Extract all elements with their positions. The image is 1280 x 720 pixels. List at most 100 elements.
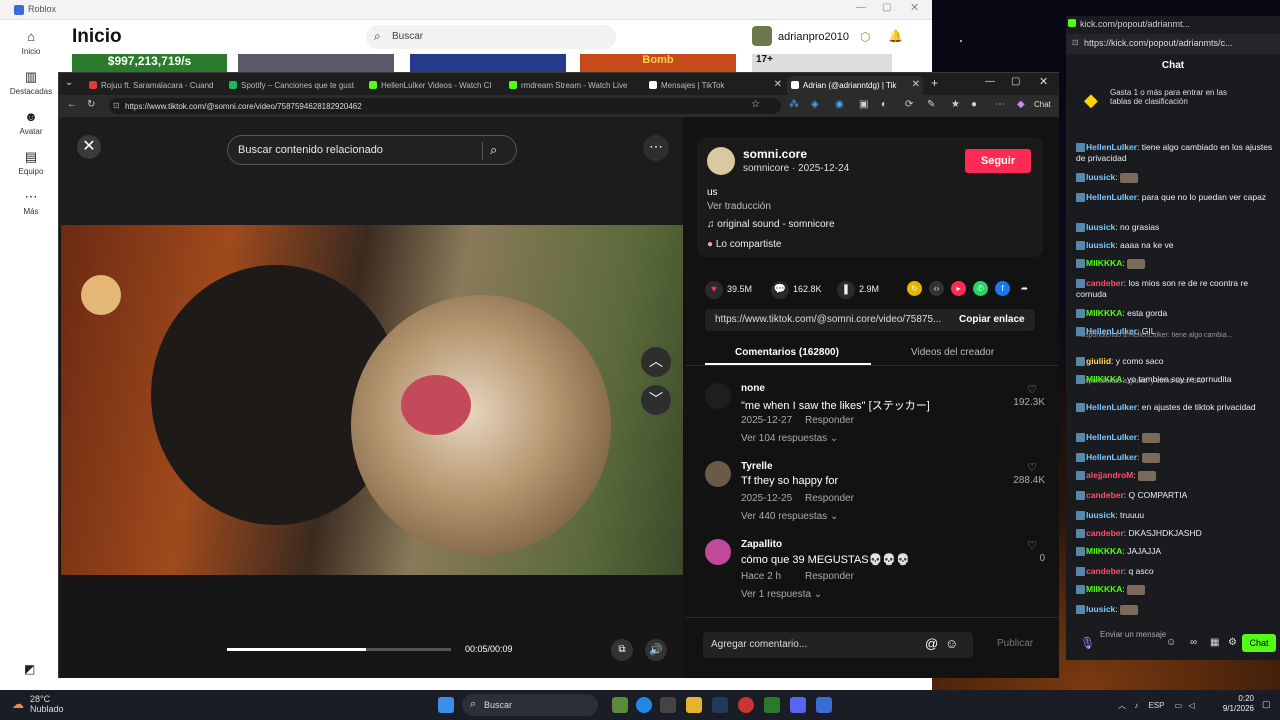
chat-username[interactable]: luusick bbox=[1086, 604, 1115, 614]
app-icon[interactable] bbox=[660, 697, 676, 713]
maximize-icon[interactable]: ▢ bbox=[1011, 76, 1020, 87]
edge-icon[interactable] bbox=[636, 697, 652, 713]
send-chat-button[interactable]: Chat bbox=[1242, 634, 1276, 652]
follow-button[interactable]: Seguir bbox=[965, 149, 1031, 173]
close-button[interactable]: ✕ bbox=[77, 135, 101, 159]
chat-username[interactable]: MIIKKKA bbox=[1086, 546, 1122, 556]
tab-rojuu[interactable]: Rojuu ft. Saramalacara - Cuand bbox=[85, 76, 225, 95]
username[interactable]: adrianpro2010 bbox=[778, 31, 849, 43]
reply-button[interactable]: Responder bbox=[805, 415, 854, 426]
folder-icon[interactable] bbox=[686, 697, 702, 713]
bell-icon[interactable]: 🔔 bbox=[888, 29, 903, 43]
app-icon[interactable] bbox=[764, 697, 780, 713]
game-tile[interactable] bbox=[410, 54, 566, 72]
comment-author[interactable]: Tyrelle bbox=[741, 461, 773, 472]
kick-url-bar[interactable]: ⊡ https://kick.com/popout/adrianmts/c... bbox=[1066, 34, 1280, 54]
comment-button[interactable]: 💬 162.8K bbox=[771, 281, 822, 299]
store-icon[interactable]: ▦ bbox=[1210, 637, 1219, 648]
comment-like-icon[interactable]: ♡ bbox=[1027, 539, 1037, 552]
tab-list-icon[interactable]: ⌄ bbox=[65, 77, 73, 88]
extension-icon[interactable]: ▣ bbox=[859, 99, 868, 110]
nav-equipo[interactable]: ▤ Equipo bbox=[0, 150, 62, 177]
reply-button[interactable]: Responder bbox=[805, 493, 854, 504]
weather-widget[interactable]: 28°C Nublado bbox=[30, 694, 64, 714]
copy-link-button[interactable]: Copiar enlace bbox=[959, 314, 1025, 325]
roblox-icon[interactable] bbox=[816, 697, 832, 713]
extension-icon[interactable]: ⁂ bbox=[789, 99, 799, 110]
next-video-button[interactable]: ﹀ bbox=[641, 385, 671, 415]
avatar[interactable] bbox=[752, 26, 772, 46]
mic-icon[interactable]: 🎙 bbox=[1080, 636, 1095, 650]
taskbar-search[interactable]: ⌕ Buscar bbox=[462, 694, 598, 716]
chat-input[interactable]: Enviar un mensaje bbox=[1100, 630, 1170, 658]
comment-like-icon[interactable]: ♡ bbox=[1027, 461, 1037, 474]
emote-icon[interactable]: ☺ bbox=[1166, 637, 1176, 648]
chat-username[interactable]: luusick bbox=[1086, 172, 1115, 182]
menu-icon[interactable]: ⋯ bbox=[995, 99, 1005, 110]
close-icon[interactable]: ✕ bbox=[910, 1, 919, 14]
chat-username[interactable]: HellenLulker bbox=[1086, 432, 1137, 442]
tab-rmdream[interactable]: rmdream Stream - Watch Live bbox=[505, 76, 645, 95]
start-icon[interactable] bbox=[438, 697, 454, 713]
tab-comments[interactable]: Comentarios (162800) bbox=[735, 347, 839, 358]
favorites-icon[interactable]: ★ bbox=[951, 99, 960, 110]
site-info-icon[interactable]: ⊡ bbox=[113, 101, 120, 110]
chat-username[interactable]: MIIKKKA bbox=[1086, 308, 1122, 318]
site-info-icon[interactable]: ⊡ bbox=[1072, 38, 1079, 47]
chat-label[interactable]: Chat bbox=[1034, 100, 1051, 109]
comment-avatar[interactable] bbox=[705, 539, 731, 565]
roblox-app-icon[interactable]: ◩ bbox=[24, 662, 35, 676]
send-icon[interactable]: ▸ bbox=[951, 281, 966, 296]
close-tab-icon[interactable]: ✕ bbox=[774, 79, 782, 90]
chat-username[interactable]: luusick bbox=[1086, 240, 1115, 250]
app-icon[interactable] bbox=[738, 697, 754, 713]
notifications-icon[interactable]: ▢ bbox=[1262, 699, 1271, 710]
extension-icon[interactable]: ◈ bbox=[811, 99, 819, 110]
network-icon[interactable]: ▭ bbox=[1175, 701, 1183, 710]
nav-avatar[interactable]: ☻ Avatar bbox=[0, 110, 62, 137]
chat-username[interactable]: luusick bbox=[1086, 510, 1115, 520]
extension-icon[interactable]: ◐ bbox=[881, 99, 887, 110]
chat-username[interactable]: candeber bbox=[1086, 566, 1124, 576]
url-field[interactable]: ⊡ https://www.tiktok.com/@somni.core/vid… bbox=[109, 98, 781, 114]
new-tab-icon[interactable]: + bbox=[931, 76, 938, 90]
minimize-icon[interactable]: — bbox=[856, 2, 866, 13]
chat-username[interactable]: HellenLulker bbox=[1086, 326, 1137, 336]
view-replies-button[interactable]: Ver 440 respuestas ⌄ bbox=[741, 511, 838, 522]
back-icon[interactable]: ← bbox=[67, 99, 77, 110]
volume-icon[interactable]: ◁ bbox=[1188, 701, 1194, 710]
embed-icon[interactable]: ‹› bbox=[929, 281, 944, 296]
comment-avatar[interactable] bbox=[705, 461, 731, 487]
video-player[interactable] bbox=[61, 225, 683, 575]
close-tab-icon[interactable]: ✕ bbox=[912, 79, 920, 90]
extensions-icon[interactable]: ✎ bbox=[927, 99, 935, 110]
more-options-button[interactable]: ⋯ bbox=[643, 135, 669, 161]
chat-username[interactable]: candeber bbox=[1086, 278, 1124, 288]
copilot-icon[interactable]: ◆ bbox=[1017, 99, 1025, 110]
tab-hellenlulker[interactable]: HellenLulker Videos - Watch Cl bbox=[365, 76, 505, 95]
game-tile[interactable] bbox=[238, 54, 394, 72]
game-tile[interactable]: $997,213,719/s bbox=[72, 54, 227, 72]
floating-player-button[interactable]: ⧉ bbox=[611, 639, 633, 661]
age-badge[interactable]: 17+ bbox=[752, 54, 892, 72]
chat-username[interactable]: luusick bbox=[1086, 222, 1115, 232]
tab-spotify[interactable]: Spotify – Canciones que te gust bbox=[225, 76, 365, 95]
tab-mensajes[interactable]: Mensajes | TikTok ✕ bbox=[645, 76, 785, 95]
star-icon[interactable]: ☆ bbox=[751, 99, 760, 110]
share-repost-icon[interactable]: ↻ bbox=[907, 281, 922, 296]
steam-icon[interactable] bbox=[712, 697, 728, 713]
chat-username[interactable]: HellenLulker bbox=[1086, 452, 1137, 462]
comment-input[interactable]: Agregar comentario... @ ☺ bbox=[703, 632, 973, 658]
mention-icon[interactable]: @ bbox=[925, 636, 938, 651]
chat-username[interactable]: alejjandroM bbox=[1086, 470, 1133, 480]
view-replies-button[interactable]: Ver 1 respuesta ⌄ bbox=[741, 589, 822, 600]
tab-adrian[interactable]: Adrian (@adrianntdg) | Tik ✕ bbox=[787, 76, 923, 95]
language-indicator[interactable]: ESP bbox=[1148, 701, 1164, 710]
gear-icon[interactable]: ⚙ bbox=[1228, 637, 1237, 648]
viewers-icon[interactable]: ∞ bbox=[1190, 637, 1197, 648]
game-tile[interactable]: Bomb bbox=[580, 54, 736, 72]
emoji-icon[interactable]: ☺ bbox=[945, 636, 958, 651]
chat-username[interactable]: MIIKKKA bbox=[1086, 258, 1122, 268]
minimize-icon[interactable]: — bbox=[985, 76, 995, 87]
chat-username[interactable]: HellenLulker bbox=[1086, 142, 1137, 152]
